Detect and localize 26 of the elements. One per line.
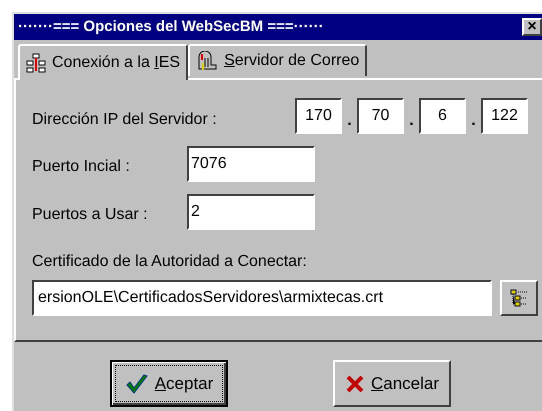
ip-octet-field[interactable]: 122 [481,98,528,134]
input-field[interactable]: 7076 [187,146,315,182]
mailbox-icon [196,51,218,71]
close-button[interactable]: × [522,18,542,36]
dot-separator: . [470,111,477,131]
tab[interactable]: Servidor de Correo [188,44,368,76]
ip-label: Dirección IP del Servidor : [32,110,218,130]
network-icon [26,53,46,73]
browse-button[interactable] [500,280,538,316]
dot-separator: . [408,111,415,131]
certificate-label: Certificado de la Autoridad a Conectar: [32,252,308,272]
dialog-button[interactable]: Aceptar [110,360,228,407]
field-label: Puertos a Usar : [32,205,149,225]
tab[interactable]: Conexión a la IES [18,44,188,80]
checkmark-icon [124,372,149,394]
window-title: ·······=== Opciones del WebSecBM ===······ [18,16,324,37]
dot-separator: . [346,111,353,131]
dialog-button[interactable]: Cancelar [333,360,451,407]
certificate-path-field[interactable]: ersionOLE\CertificadosServidores\armixtecas.crt [32,280,492,316]
ip-octet-field[interactable]: 6 [419,98,466,134]
input-field[interactable]: 2 [187,194,315,230]
ip-octet-field[interactable]: 170 [295,98,342,134]
field-label: Puerto Incial : [32,157,131,177]
tree-icon [509,288,529,308]
cross-icon [344,374,365,394]
ip-octet-field[interactable]: 70 [357,98,404,134]
